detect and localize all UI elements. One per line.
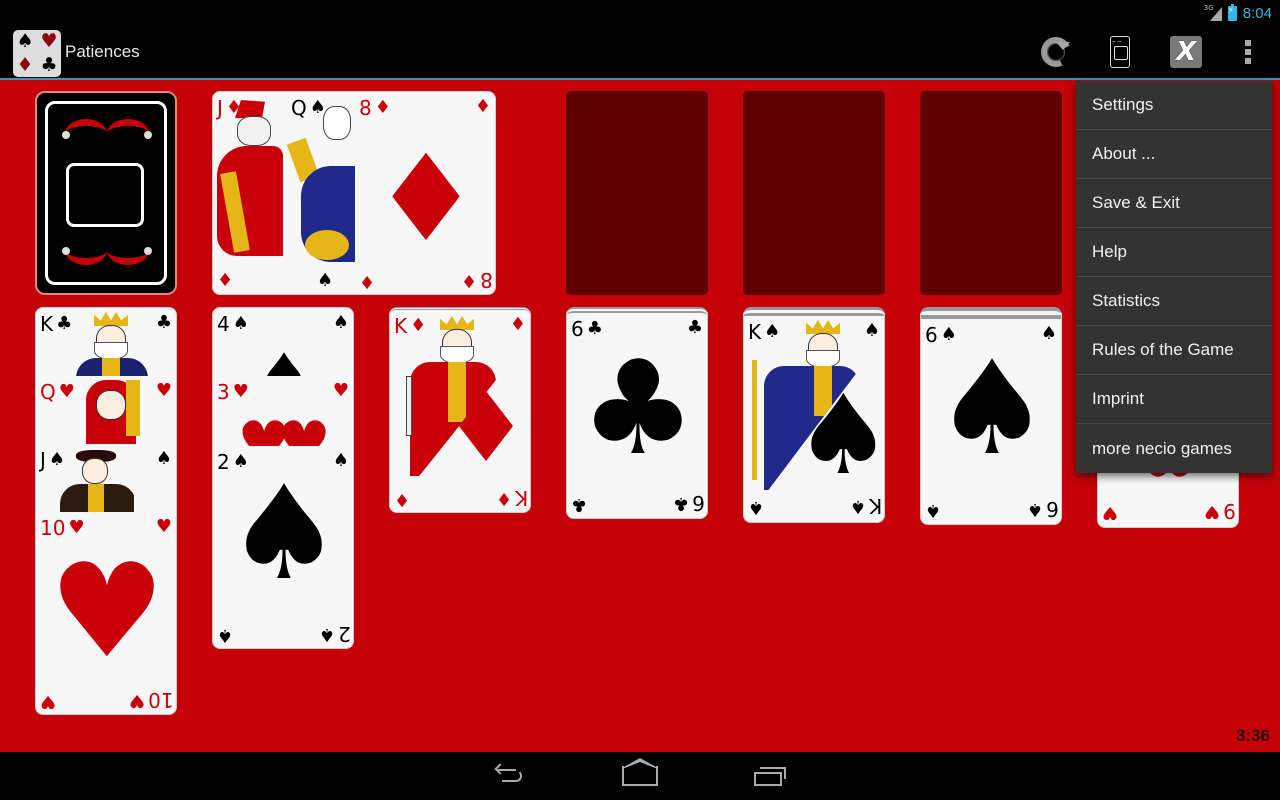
foundation-slot-3[interactable] — [920, 91, 1062, 295]
status-indicators: 3G 8:04 — [1204, 3, 1272, 23]
status-clock: 8:04 — [1242, 4, 1272, 22]
recents-button[interactable] — [750, 764, 790, 790]
tableau-card-top[interactable]: 10 ♥ ♥ ♥ ♥ 10 ♥ — [36, 512, 176, 714]
menu-item-about[interactable]: About ... — [1076, 130, 1272, 179]
center-pip: ♣ — [579, 332, 697, 484]
phone-layout-icon — [1110, 36, 1130, 68]
close-game-button[interactable]: X — [1168, 34, 1204, 70]
overflow-menu-button[interactable] — [1230, 34, 1266, 70]
tableau-card[interactable]: J ♠ ♠ — [36, 444, 176, 512]
center-pip: ♠ — [794, 371, 885, 499]
menu-item-more-games[interactable]: more necio games — [1076, 424, 1272, 473]
heart-icon: ♥ — [40, 30, 58, 53]
navigation-bar — [0, 752, 1280, 800]
tableau-column-3[interactable]: K ♦ ♦ ♦ ♦ K ♦ — [389, 307, 531, 513]
tableau-column-6[interactable]: 6 ♠ ♠ ♠ ♠ 6 ♠ — [920, 307, 1062, 525]
tableau-card-top[interactable]: K ♠ ♠ ♠ ♠ K ♠ — [744, 316, 885, 522]
center-pip: ♥ — [48, 535, 166, 687]
layout-button[interactable] — [1102, 34, 1138, 70]
stock-pile[interactable] — [35, 91, 177, 295]
overflow-menu: Settings About ... Save & Exit Help Stat… — [1076, 81, 1272, 473]
waste-card-top[interactable]: 8 ♦ ♦ ♦ ♦ 8 ♦ — [355, 92, 495, 294]
tableau-card-top[interactable]: 6 ♣ ♣ ♣ ♣ 6 ♣ — [567, 313, 707, 518]
jack-artwork — [56, 448, 134, 512]
club-icon: ♣ — [40, 53, 58, 76]
menu-item-imprint[interactable]: Imprint — [1076, 375, 1272, 424]
diamond-icon: ♦ — [16, 53, 34, 76]
restart-button[interactable] — [1036, 32, 1076, 72]
tableau-card-top[interactable]: 2 ♠ ♠ ♠ ♠ 2 ♠ — [213, 446, 353, 648]
waste-pile[interactable]: J ♦ ♦ Q ♠ ♠ 8 ♦ ♦ ♦ ♦ 8 ♦ — [212, 91, 496, 295]
spade-icon: ♠ — [16, 30, 34, 53]
menu-item-save-exit[interactable]: Save & Exit — [1076, 179, 1272, 228]
tableau-card-top[interactable]: K ♦ ♦ ♦ ♦ K ♦ — [390, 310, 530, 512]
tableau-card[interactable]: 4 ♠ ♠ ♠ — [213, 308, 353, 377]
x-icon: X — [1170, 36, 1202, 68]
card-back-center — [66, 163, 144, 227]
menu-item-help[interactable]: Help — [1076, 228, 1272, 277]
tableau-column-4[interactable]: 6 ♣ ♣ ♣ ♣ 6 ♣ — [566, 307, 708, 519]
back-button[interactable] — [492, 763, 532, 790]
signal-icon: 3G — [1204, 4, 1222, 21]
tableau-column-2[interactable]: 4 ♠ ♠ ♠ 3 ♥ ♥ ♥ ♥ 2 ♠ ♠ ♠ ♠ 2 ♠ — [212, 307, 354, 649]
tableau-card[interactable]: 3 ♥ ♥ ♥ ♥ — [213, 376, 353, 447]
menu-item-statistics[interactable]: Statistics — [1076, 277, 1272, 326]
foundation-slot-2[interactable] — [743, 91, 885, 295]
menu-item-settings[interactable]: Settings — [1076, 81, 1272, 130]
jack-artwork — [217, 100, 283, 262]
center-pip: ♦ — [372, 130, 480, 269]
queen-artwork — [72, 380, 150, 444]
status-bar: 3G 8:04 — [0, 0, 1280, 25]
battery-charging-icon — [1227, 3, 1237, 21]
refresh-icon — [1036, 32, 1076, 72]
foundation-slot-1[interactable] — [566, 91, 708, 295]
home-button[interactable] — [620, 758, 660, 790]
tableau-column-1[interactable]: K ♣ ♣ Q ♥ ♥ J ♠ ♠ 10 ♥ ♥ ♥ ♥ 10 ♥ — [35, 307, 177, 715]
more-vert-icon — [1245, 40, 1251, 46]
waste-card[interactable]: Q ♠ ♠ — [286, 92, 357, 294]
tableau-column-5[interactable]: K ♠ ♠ ♠ ♠ K ♠ — [743, 307, 885, 523]
tableau-card[interactable]: Q ♥ ♥ — [36, 376, 176, 444]
waste-card[interactable]: J ♦ ♦ — [213, 92, 287, 294]
center-pip: ♦ — [442, 372, 530, 484]
tableau-card[interactable]: K ♣ ♣ — [36, 308, 176, 376]
app-title: Patiences — [65, 42, 140, 61]
menu-item-rules[interactable]: Rules of the Game — [1076, 326, 1272, 375]
king-artwork — [72, 312, 150, 376]
tableau-card-top[interactable]: 6 ♠ ♠ ♠ ♠ 6 ♠ — [921, 319, 1061, 524]
app-icon[interactable]: ♠ ♥ ♦ ♣ — [13, 30, 61, 77]
center-pip: ♠ — [257, 341, 311, 376]
action-bar: ♠ ♥ ♦ ♣ Patiences X — [0, 25, 1280, 78]
queen-artwork — [286, 106, 355, 270]
card-back-ornament — [65, 243, 149, 265]
center-pip: ♠ — [225, 457, 343, 609]
center-pip: ♠ — [933, 332, 1051, 484]
game-timer: 3:36 — [1235, 726, 1270, 745]
card-back-ornament — [65, 119, 149, 141]
center-pip: ♥ — [277, 409, 331, 446]
